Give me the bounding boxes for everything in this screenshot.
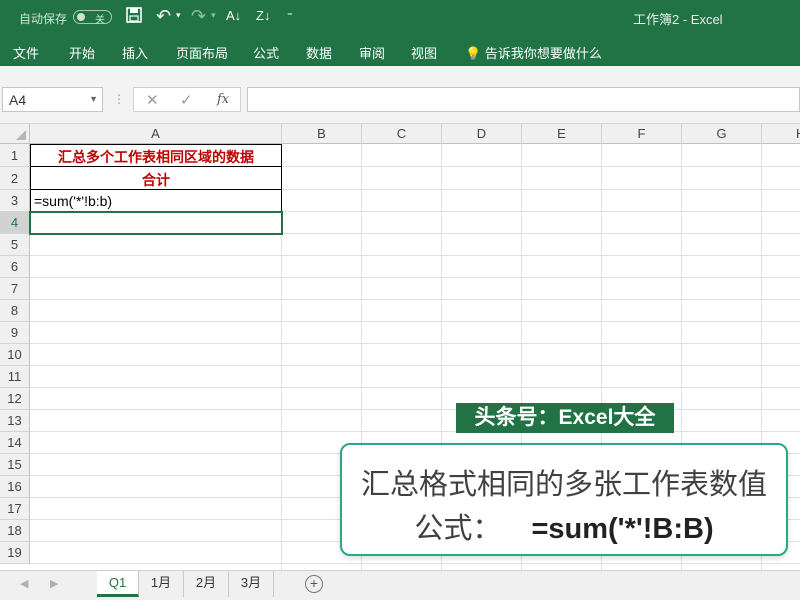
tab-insert[interactable]: 插入 <box>122 43 148 62</box>
row-header-4[interactable]: 4 <box>0 212 30 234</box>
row-header-15[interactable]: 15 <box>0 454 30 476</box>
row-header-17[interactable]: 17 <box>0 498 30 520</box>
scroll-right-icon[interactable]: ▶ <box>50 577 58 590</box>
gridline <box>30 299 800 300</box>
column-header-d[interactable]: D <box>442 124 522 144</box>
row-header-11[interactable]: 11 <box>0 366 30 388</box>
formula-bar-divider[interactable]: ⋮ <box>113 92 125 106</box>
autosave-label: 自动保存 <box>19 12 68 26</box>
column-header-a[interactable]: A <box>30 124 282 144</box>
tip-formula-label: 公式： <box>414 513 502 545</box>
formula-buttons: ✕ ✓ fx <box>133 87 241 112</box>
row-header-9[interactable]: 9 <box>0 322 30 344</box>
sheet-tab-mar[interactable]: 3月 <box>229 571 274 597</box>
brand-watermark: 头条号：Excel大全 <box>456 403 674 433</box>
scroll-left-icon[interactable]: ◀ <box>20 577 28 590</box>
tip-line-1: 汇总格式相同的多张工作表数值 <box>360 469 767 501</box>
tab-home[interactable]: 开始 <box>69 43 95 62</box>
gridline <box>30 365 800 366</box>
tab-data[interactable]: 数据 <box>306 43 332 62</box>
gridline <box>30 277 800 278</box>
tell-me-search[interactable]: 💡 告诉我你想要做什么 <box>465 43 602 62</box>
column-header-h[interactable]: H <box>762 124 800 144</box>
sheet-tab-q1[interactable]: Q1 <box>97 571 139 597</box>
gridline <box>30 431 800 432</box>
sheet-tab-feb[interactable]: 2月 <box>184 571 229 597</box>
row-header-13[interactable]: 13 <box>0 410 30 432</box>
column-header-c[interactable]: C <box>362 124 442 144</box>
chevron-down-icon[interactable]: ▼ <box>89 94 98 104</box>
undo-dropdown-icon[interactable]: ▾ <box>176 10 181 21</box>
gridline <box>30 343 800 344</box>
undo-icon[interactable]: ↶ <box>156 6 171 27</box>
name-box-value: A4 <box>9 92 27 108</box>
row-header-5[interactable]: 5 <box>0 234 30 256</box>
column-header-g[interactable]: G <box>682 124 762 144</box>
customize-toolbar-icon[interactable]: ⁼ <box>287 9 293 22</box>
tab-page-layout[interactable]: 页面布局 <box>176 43 228 62</box>
tab-file[interactable]: 文件 <box>13 43 39 62</box>
add-sheet-icon[interactable]: + <box>305 575 323 593</box>
tell-me-label: 告诉我你想要做什么 <box>484 46 602 61</box>
redo-icon[interactable]: ↷ <box>191 6 206 27</box>
gridline <box>30 409 800 410</box>
row-header-14[interactable]: 14 <box>0 432 30 454</box>
tip-callout: 汇总格式相同的多张工作表数值 公式： =sum('*'!B:B) <box>340 443 788 556</box>
window-title: 工作簿2 - Excel <box>633 12 723 27</box>
toggle-knob <box>77 13 85 21</box>
column-header-f[interactable]: F <box>602 124 682 144</box>
row-header-1[interactable]: 1 <box>0 144 30 167</box>
tip-line-2: 公式： =sum('*'!B:B) <box>342 505 786 547</box>
gridline <box>30 387 800 388</box>
ribbon-tabs: 文件 开始 插入 页面布局 公式 数据 审阅 视图 💡 告诉我你想要做什么 <box>0 34 800 66</box>
row-header-3[interactable]: 3 <box>0 190 30 212</box>
tab-formulas[interactable]: 公式 <box>253 43 279 62</box>
row-header-8[interactable]: 8 <box>0 300 30 322</box>
cell-a3[interactable]: =sum('*'!b:b) <box>34 193 112 209</box>
sort-ascending-icon[interactable]: A↓ <box>226 8 241 23</box>
selected-cell-a4[interactable] <box>29 211 283 235</box>
select-all-corner[interactable] <box>0 124 30 144</box>
gridline <box>30 321 800 322</box>
column-header-e[interactable]: E <box>522 124 602 144</box>
tip-formula: =sum('*'!B:B) <box>531 513 714 545</box>
sort-descending-icon[interactable]: Z↓ <box>256 8 270 23</box>
cancel-icon[interactable]: ✕ <box>146 91 159 109</box>
lightbulb-icon: 💡 <box>465 46 482 61</box>
enter-check-icon[interactable]: ✓ <box>180 91 193 109</box>
formula-input[interactable] <box>247 87 800 112</box>
row-header-19[interactable]: 19 <box>0 542 30 564</box>
row-header-10[interactable]: 10 <box>0 344 30 366</box>
save-icon[interactable] <box>126 7 142 28</box>
redo-dropdown-icon[interactable]: ▾ <box>211 10 216 21</box>
column-header-b[interactable]: B <box>282 124 362 144</box>
row-header-16[interactable]: 16 <box>0 476 30 498</box>
row-header-2[interactable]: 2 <box>0 167 30 190</box>
insert-function-icon[interactable]: fx <box>217 92 229 107</box>
autosave-toggle-state: 关 <box>95 15 105 26</box>
title-bar: 自动保存 关 ↶ ▾ ↷ ▾ A↓ Z↓ ⁼ 工作簿2 - Excel <box>0 0 800 34</box>
tab-view[interactable]: 视图 <box>411 43 437 62</box>
row-header-18[interactable]: 18 <box>0 520 30 542</box>
row-header-6[interactable]: 6 <box>0 256 30 278</box>
tab-review[interactable]: 审阅 <box>359 43 385 62</box>
name-box[interactable]: A4 ▼ <box>2 87 103 112</box>
autosave-toggle[interactable]: 关 <box>73 10 112 26</box>
row-header-7[interactable]: 7 <box>0 278 30 300</box>
cell-a1[interactable]: 汇总多个工作表相同区域的数据 <box>30 147 282 167</box>
row-header-12[interactable]: 12 <box>0 388 30 410</box>
gridline <box>30 563 800 564</box>
gridline <box>30 255 800 256</box>
sheet-tabs-bar: ◀ ▶ Q1 1月 2月 3月 + <box>0 570 800 600</box>
cell-a2[interactable]: 合计 <box>30 170 282 190</box>
sheet-tab-jan[interactable]: 1月 <box>139 571 184 597</box>
